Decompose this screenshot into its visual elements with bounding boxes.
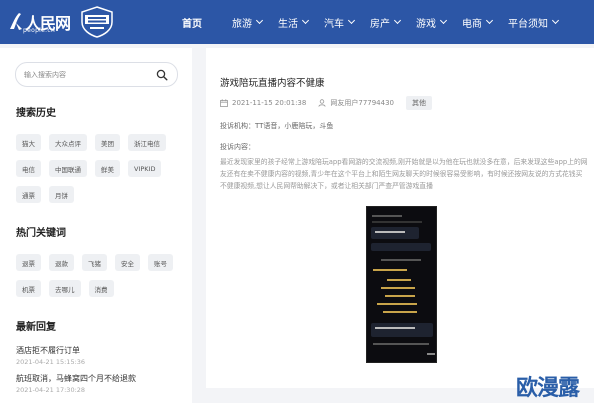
attachment-screenshot[interactable] [366,206,437,363]
site-logo[interactable]: 人民网 people.cn [7,7,71,37]
reply-date: 2021-04-21 17:30:28 [16,386,86,394]
hot-keyword-tag[interactable]: 飞猪 [82,254,107,271]
category-badge: 其他 [406,96,432,110]
nav-home-label: 首页 [182,18,202,30]
hot-keyword-tag[interactable]: 账号 [148,254,173,271]
nav-games-label: 游戏 [416,18,436,30]
page-title: 游戏陪玩直播内容不健康 [220,78,325,89]
nav-travel[interactable]: 旅游 [232,0,264,44]
search-history-title: 搜索历史 [16,108,56,119]
nav-realestate[interactable]: 房产 [370,0,402,44]
complaint-detail-card: 游戏陪玩直播内容不健康 2021-11-15 20:01:38 网友用户7779… [206,48,594,388]
history-tag[interactable]: 浙江电信 [128,134,166,151]
hot-keyword-tag[interactable]: 消费 [88,280,114,297]
consumer-shield-logo-icon [81,6,113,38]
search-icon[interactable] [156,69,168,81]
complaint-content-label: 投诉内容： [220,143,255,151]
complaint-content: 最近发现家里的孩子经常上游戏陪玩app看网游的交流视频,刚开始就是以为他在玩也就… [220,158,588,190]
nav-ecommerce[interactable]: 电商 [462,0,494,44]
chevron-down-icon [485,16,494,25]
nav-platform-notice[interactable]: 平台须知 [508,0,560,44]
latest-replies-list: 酒店拒不履行订单 2021-04-21 15:15:36 航班取消，马蜂窝四个月… [16,345,181,401]
nav-realestate-label: 房产 [370,18,390,30]
watermark-text: 欧漫露 [516,376,580,401]
history-tag[interactable]: 中国联通 [49,160,87,177]
hot-keyword-tag[interactable]: 退票 [16,254,41,271]
hot-keyword-tag[interactable]: 去哪儿 [49,280,81,297]
reply-title: 酒店拒不履行订单 [16,346,80,355]
logo-emblem-icon [10,13,22,30]
top-navigation-bar: 人民网 people.cn 首页 旅游 生活 汽车 房产 游戏 电商 平台须知 [0,0,594,44]
hot-keywords-tags: 退票 退款 飞猪 安全 账号 机票 去哪儿 消费 [16,254,186,306]
reply-date: 2021-04-21 15:15:36 [16,358,86,366]
main-nav: 首页 旅游 生活 汽车 房产 游戏 电商 平台须知 [174,0,574,44]
post-meta: 2021-11-15 20:01:38 网友用户77794430 其他 [220,96,432,110]
history-tag[interactable]: VIPKID [128,160,162,177]
list-item[interactable]: 航班取消，马蜂窝四个月不给退款 2021-04-21 17:30:28 [16,373,181,395]
search-input[interactable] [24,67,154,83]
nav-games[interactable]: 游戏 [416,0,448,44]
search-history-tags: 猫大 大众点评 美团 浙江电信 电信 中国联通 鲜美 VIPKID 通票 月饼 [16,134,186,212]
history-tag[interactable]: 美团 [95,134,120,151]
reply-title: 航班取消，马蜂窝四个月不给退款 [16,374,136,383]
history-tag[interactable]: 通票 [16,186,41,203]
hot-keyword-tag[interactable]: 退款 [49,254,74,271]
hot-keyword-tag[interactable]: 机票 [16,280,41,297]
nav-platform-notice-label: 平台须知 [508,18,548,30]
history-tag[interactable]: 大众点评 [49,134,87,151]
post-date: 2021-11-15 20:01:38 [232,99,307,107]
chevron-down-icon [393,16,402,25]
history-tag[interactable]: 电信 [16,160,41,177]
nav-travel-label: 旅游 [232,18,252,30]
nav-life[interactable]: 生活 [278,0,310,44]
latest-replies-title: 最新回复 [16,322,56,333]
history-tag[interactable]: 猫大 [16,134,41,151]
user-icon [318,99,326,107]
chevron-down-icon [439,16,448,25]
search-box [15,62,178,87]
history-tag[interactable]: 鲜美 [95,160,120,177]
chevron-down-icon [551,16,560,25]
logo-english-text: people.cn [23,27,56,34]
nav-auto-label: 汽车 [324,18,344,30]
chevron-down-icon [255,16,264,25]
hot-keywords-title: 热门关键词 [16,228,66,239]
nav-auto[interactable]: 汽车 [324,0,356,44]
hot-keyword-tag[interactable]: 安全 [115,254,140,271]
nav-home[interactable]: 首页 [182,0,202,44]
nav-ecommerce-label: 电商 [462,18,482,30]
chevron-down-icon [301,16,310,25]
complaint-organizations: 投诉机构：TT语音，小鹿陪玩，斗鱼 [220,122,334,130]
post-author: 网友用户77794430 [330,99,394,107]
list-item[interactable]: 酒店拒不履行订单 2021-04-21 15:15:36 [16,345,181,367]
history-tag[interactable]: 月饼 [49,186,74,203]
calendar-icon [220,99,228,107]
chevron-down-icon [347,16,356,25]
nav-life-label: 生活 [278,18,298,30]
sidebar: 搜索历史 猫大 大众点评 美团 浙江电信 电信 中国联通 鲜美 VIPKID 通… [0,48,192,403]
